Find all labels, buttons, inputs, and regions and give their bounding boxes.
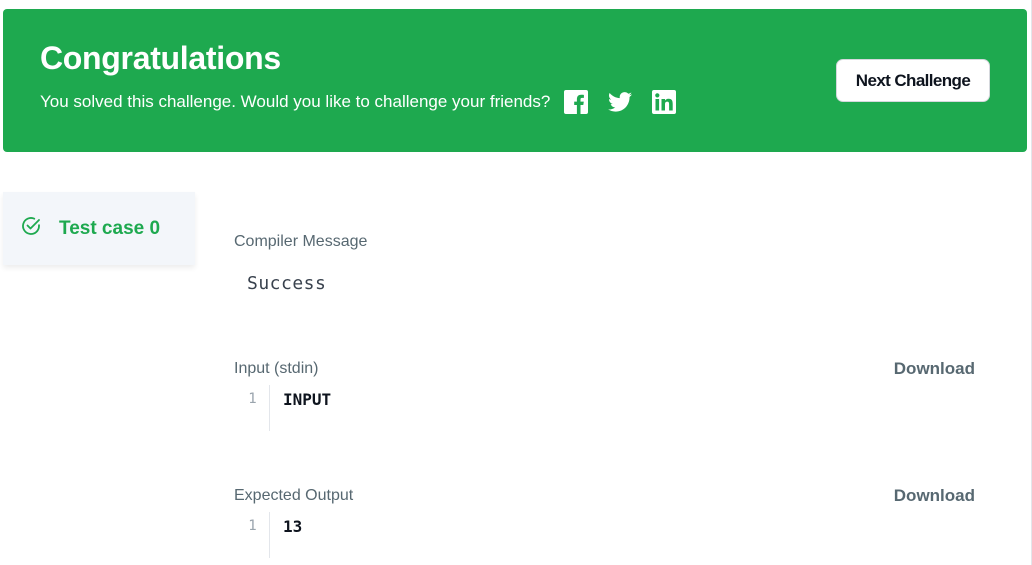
input-download-link[interactable]: Download (894, 359, 975, 379)
input-code-block: 1 INPUT (234, 385, 634, 431)
input-label: Input (stdin) (234, 360, 319, 377)
banner-title: Congratulations (40, 40, 281, 76)
tab-test-case-0[interactable]: Test case 0 (3, 192, 195, 265)
expected-output-line-text: 13 (283, 517, 303, 536)
expected-output-code-block: 1 13 (234, 512, 634, 558)
linkedin-icon[interactable] (652, 90, 677, 114)
input-line-text: INPUT (283, 390, 332, 409)
compiler-message-label: Compiler Message (234, 233, 368, 250)
facebook-icon[interactable] (564, 90, 589, 114)
expected-output-label: Expected Output (234, 487, 354, 504)
congratulations-banner: Congratulations You solved this challeng… (3, 9, 1027, 152)
social-share-group (564, 90, 677, 114)
results-panel: Congratulations You solved this challeng… (0, 0, 1032, 565)
expected-output-download-link[interactable]: Download (894, 486, 975, 506)
line-number: 1 (234, 385, 270, 431)
compiler-message-text: Success (247, 273, 327, 294)
twitter-icon[interactable] (608, 90, 633, 114)
line-number: 1 (234, 512, 270, 558)
banner-subtitle-row: You solved this challenge. Would you lik… (40, 87, 677, 117)
next-challenge-button[interactable]: Next Challenge (836, 59, 990, 102)
check-circle-icon (21, 216, 41, 241)
test-case-label: Test case 0 (59, 217, 161, 239)
banner-subtitle: You solved this challenge. Would you lik… (40, 92, 551, 111)
